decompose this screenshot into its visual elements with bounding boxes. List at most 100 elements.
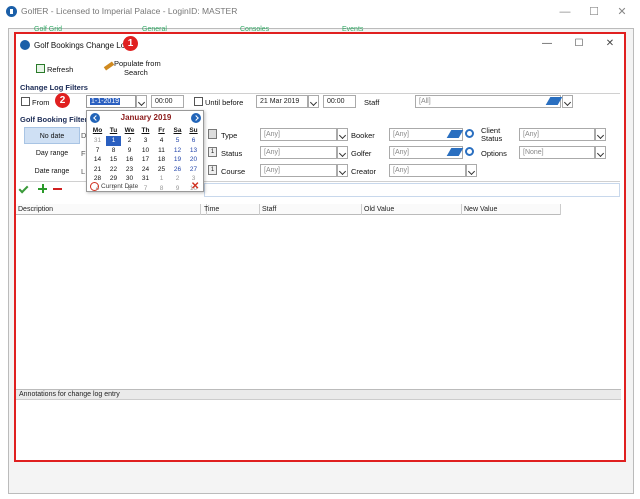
next-month-icon[interactable] bbox=[191, 113, 201, 123]
calendar-day[interactable]: 14 bbox=[90, 155, 105, 165]
calendar-day[interactable]: 12 bbox=[170, 146, 185, 156]
tab-events[interactable]: Events bbox=[342, 24, 402, 32]
calendar-day[interactable]: 8 bbox=[106, 146, 121, 156]
calendar-day[interactable]: 31 bbox=[138, 174, 153, 184]
column-staff[interactable]: Staff bbox=[260, 204, 362, 215]
client-status-field[interactable]: [Any] bbox=[519, 128, 595, 141]
column-old-value[interactable]: Old Value bbox=[362, 204, 462, 215]
calendar-day[interactable]: 2 bbox=[170, 174, 185, 184]
client-status-label-line2: Status bbox=[481, 134, 503, 143]
app-logo-icon bbox=[6, 6, 17, 17]
until-date-input[interactable]: 21 Mar 2019 bbox=[256, 95, 308, 108]
calendar-day[interactable]: 25 bbox=[154, 165, 169, 175]
from-checkbox[interactable] bbox=[21, 97, 30, 106]
calendar-day[interactable]: 17 bbox=[138, 155, 153, 165]
calendar-day[interactable]: 11 bbox=[154, 146, 169, 156]
child-minimize-button[interactable]: — bbox=[537, 36, 557, 52]
add-row-icon[interactable] bbox=[38, 184, 47, 193]
calendar-day[interactable]: 3 bbox=[138, 136, 153, 146]
until-before-checkbox[interactable] bbox=[194, 97, 203, 106]
type-field[interactable]: [Any] bbox=[260, 128, 337, 141]
side-letter-l: L bbox=[81, 167, 86, 176]
course-field[interactable]: [Any] bbox=[260, 164, 337, 177]
current-date-button[interactable]: Current Date bbox=[101, 183, 138, 190]
refresh-button[interactable]: Refresh bbox=[22, 58, 74, 80]
calendar-day[interactable]: 18 bbox=[154, 155, 169, 165]
callout-badge-1: 1 bbox=[123, 36, 138, 51]
status-field[interactable]: [Any] bbox=[260, 146, 337, 159]
calendar-day[interactable]: 2 bbox=[122, 136, 137, 146]
calendar-day[interactable]: 4 bbox=[154, 136, 169, 146]
outer-maximize-button[interactable]: ☐ bbox=[580, 3, 608, 21]
calendar-day[interactable]: 6 bbox=[186, 136, 201, 146]
calendar-day[interactable]: 10 bbox=[138, 146, 153, 156]
course-filter-icon[interactable]: 1 bbox=[208, 165, 217, 175]
calendar-day[interactable]: 8 bbox=[154, 184, 169, 194]
previous-month-icon[interactable] bbox=[90, 113, 100, 123]
calendar-day[interactable]: 5 bbox=[170, 136, 185, 146]
calendar-day[interactable]: 21 bbox=[90, 165, 105, 175]
grid-filter-bar bbox=[204, 183, 620, 197]
calendar-day[interactable]: 22 bbox=[106, 165, 121, 175]
calendar-day[interactable]: 19 bbox=[170, 155, 185, 165]
creator-field[interactable]: [Any] bbox=[389, 164, 466, 177]
day-range-button[interactable]: Day range bbox=[24, 145, 80, 162]
calendar-day[interactable]: 13 bbox=[186, 146, 201, 156]
column-new-value[interactable]: New Value bbox=[462, 204, 561, 215]
calendar-day[interactable]: 9 bbox=[122, 146, 137, 156]
from-date-dropdown[interactable] bbox=[136, 95, 147, 108]
calendar-day[interactable]: 27 bbox=[186, 165, 201, 175]
staff-field[interactable]: [All] bbox=[415, 95, 561, 108]
tab-general[interactable]: General bbox=[142, 24, 202, 32]
close-calendar-icon[interactable]: ✕ bbox=[191, 181, 199, 192]
date-range-button[interactable]: Date range bbox=[24, 163, 80, 180]
type-filter-icon[interactable] bbox=[208, 129, 217, 139]
until-date-dropdown[interactable] bbox=[308, 95, 319, 108]
calendar-day[interactable]: 7 bbox=[138, 184, 153, 194]
options-field[interactable]: [None] bbox=[519, 146, 595, 159]
annotations-bar: Annotations for change log entry bbox=[16, 389, 621, 400]
calendar-day[interactable]: 9 bbox=[170, 184, 185, 194]
calendar-day[interactable]: 7 bbox=[90, 146, 105, 156]
window-logo-icon bbox=[20, 40, 30, 50]
staff-dropdown[interactable] bbox=[562, 95, 573, 108]
column-time[interactable]: Time bbox=[202, 204, 260, 215]
status-filter-icon[interactable]: 1 bbox=[208, 147, 217, 157]
from-date-input[interactable]: 1-1-2019 bbox=[86, 95, 136, 108]
column-description[interactable]: Description bbox=[16, 204, 201, 215]
calendar-day-of-week: Tu bbox=[109, 127, 118, 134]
no-date-button[interactable]: No date bbox=[24, 127, 80, 144]
calendar-day[interactable]: 23 bbox=[122, 165, 137, 175]
child-maximize-button[interactable]: ☐ bbox=[569, 36, 589, 52]
client-status-dropdown[interactable] bbox=[595, 128, 606, 141]
from-time-input[interactable]: 00:00 bbox=[151, 95, 184, 108]
calendar-day[interactable]: 31 bbox=[90, 136, 105, 146]
golfer-search-icon[interactable] bbox=[465, 147, 474, 156]
outer-close-button[interactable]: ✕ bbox=[608, 3, 636, 21]
populate-from-search-button[interactable]: Populate from Search bbox=[100, 58, 170, 80]
grid-header: Description Time Staff Old Value New Val… bbox=[16, 204, 561, 215]
date-picker-popup: January 2019 Mo Tu We Th Fr Sa Su 31 1 2 3 4 5 6 7 8 9 10… bbox=[86, 110, 204, 192]
booker-search-icon[interactable] bbox=[465, 129, 474, 138]
calendar-day[interactable]: 20 bbox=[186, 155, 201, 165]
outer-minimize-button[interactable]: — bbox=[551, 3, 579, 21]
until-time-input[interactable]: 00:00 bbox=[323, 95, 356, 108]
child-close-button[interactable]: ✕ bbox=[600, 36, 620, 52]
course-dropdown[interactable] bbox=[337, 164, 348, 177]
tab-golf-grid[interactable]: Golf Grid bbox=[34, 24, 94, 32]
calendar-day[interactable]: 1 bbox=[106, 136, 121, 146]
creator-dropdown[interactable] bbox=[466, 164, 477, 177]
status-dropdown[interactable] bbox=[337, 146, 348, 159]
calendar-day[interactable]: 15 bbox=[106, 155, 121, 165]
calendar-day[interactable]: 24 bbox=[138, 165, 153, 175]
delete-row-icon[interactable] bbox=[53, 188, 62, 190]
calendar-day[interactable]: 26 bbox=[170, 165, 185, 175]
calendar-day-of-week: We bbox=[124, 127, 135, 134]
from-date-value: 1-1-2019 bbox=[90, 98, 121, 105]
calendar-day[interactable]: 1 bbox=[154, 174, 169, 184]
current-date-icon[interactable] bbox=[90, 182, 99, 191]
tab-consoles[interactable]: Consoles bbox=[240, 24, 300, 32]
calendar-day[interactable]: 16 bbox=[122, 155, 137, 165]
options-dropdown[interactable] bbox=[595, 146, 606, 159]
type-dropdown[interactable] bbox=[337, 128, 348, 141]
